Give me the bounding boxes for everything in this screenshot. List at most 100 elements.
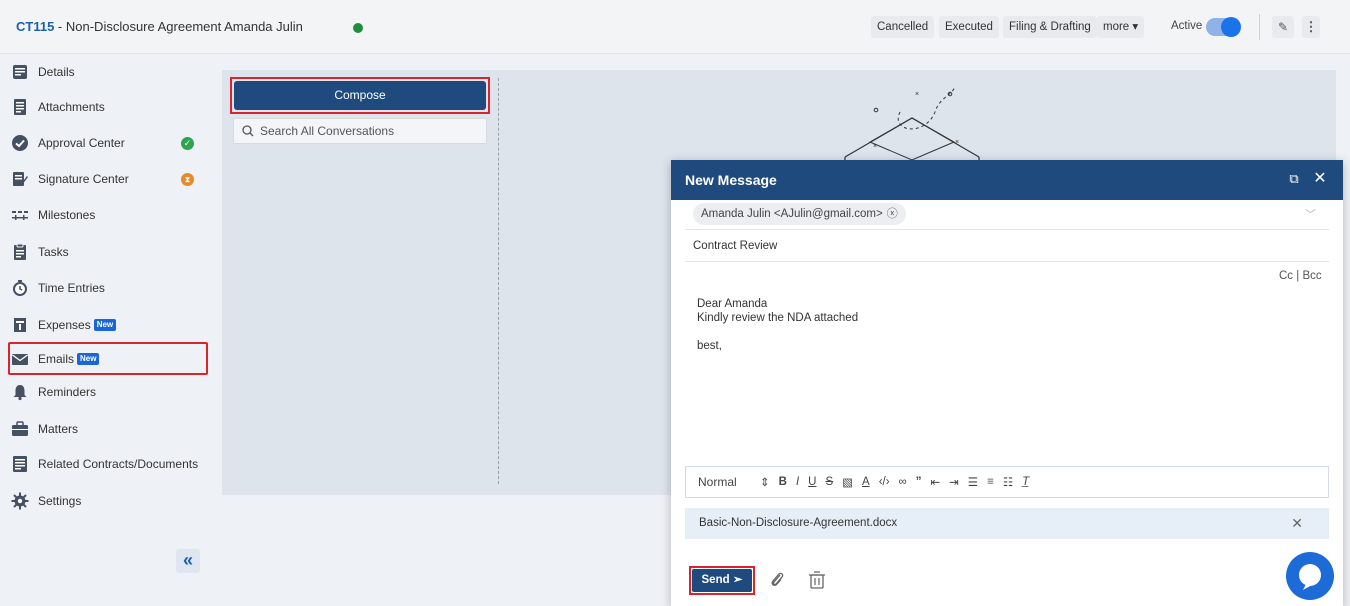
sidebar-item-milestones[interactable]: Milestones xyxy=(10,200,95,230)
sidebar-item-details[interactable]: Details xyxy=(10,57,75,87)
sidebar-item-label: Expenses xyxy=(38,318,91,332)
sidebar-item-approval-center[interactable]: Approval Center xyxy=(10,128,125,158)
highlight-icon[interactable]: ▧ xyxy=(842,475,853,489)
svg-text:×: × xyxy=(873,143,877,150)
link-icon[interactable]: ∞ xyxy=(899,476,907,488)
kebab-menu-icon[interactable]: ⋮ xyxy=(1302,16,1320,38)
signature-icon xyxy=(10,169,30,189)
approval-icon xyxy=(10,133,30,153)
bullet-list-icon[interactable]: ≡ xyxy=(987,476,994,488)
sidebar-item-settings[interactable]: Settings xyxy=(10,486,81,516)
trash-icon[interactable] xyxy=(808,570,826,590)
panel-divider xyxy=(498,78,499,484)
ordered-list-icon[interactable]: ☰ xyxy=(968,475,978,489)
pencil-icon[interactable]: ✎ xyxy=(1272,16,1294,38)
recipient-address: Amanda Julin <AJulin@gmail.com> xyxy=(701,208,883,220)
cancelled-button[interactable]: Cancelled xyxy=(871,16,935,38)
send-plane-icon: ➢ xyxy=(732,574,743,586)
sidebar-item-related-contracts[interactable]: Related Contracts/Documents xyxy=(10,449,198,479)
message-body[interactable]: Dear Amanda Kindly review the NDA attach… xyxy=(697,297,858,353)
milestones-icon xyxy=(10,205,30,225)
cc-link[interactable]: Cc xyxy=(1279,270,1293,282)
sidebar-item-matters[interactable]: Matters xyxy=(10,414,78,444)
send-button[interactable]: Send ➢ xyxy=(692,569,752,592)
sidebar-item-label: Reminders xyxy=(38,385,97,399)
sidebar-item-expenses[interactable]: Expenses New xyxy=(10,310,117,340)
indent-right-icon[interactable]: ⇥ xyxy=(949,475,959,489)
body-line: Dear Amanda xyxy=(697,298,768,310)
attachment-item: Basic-Non-Disclosure-Agreement.docx ✕ xyxy=(685,508,1329,539)
subject-field[interactable]: Contract Review xyxy=(685,231,1329,262)
strikethrough-icon[interactable]: S xyxy=(825,476,833,488)
filing-drafting-button[interactable]: Filing & Drafting xyxy=(1003,16,1097,38)
bell-icon xyxy=(10,382,30,402)
sidebar-item-label: Related Contracts/Documents xyxy=(38,457,199,471)
sidebar-item-time-entries[interactable]: Time Entries xyxy=(10,273,105,303)
sidebar-item-signature-center[interactable]: Signature Center xyxy=(10,164,129,194)
bcc-link[interactable]: Bcc xyxy=(1302,270,1321,282)
new-badge: New xyxy=(93,319,117,331)
align-icon[interactable]: ☷ xyxy=(1003,475,1013,489)
signature-status-hourglass-icon: ⧗ xyxy=(181,173,194,186)
contract-id[interactable]: CT115 xyxy=(16,19,54,34)
svg-text:×: × xyxy=(915,91,919,98)
bold-icon[interactable]: B xyxy=(779,476,787,488)
modal-header: New Message ⧉ ✕ xyxy=(671,160,1343,200)
header-divider xyxy=(1259,14,1260,40)
sidebar-item-label: Approval Center xyxy=(38,136,125,150)
sidebar-item-label: Settings xyxy=(38,494,82,508)
maximize-icon[interactable]: ⧉ xyxy=(1286,171,1302,187)
sidebar-item-reminders[interactable]: Reminders xyxy=(10,377,96,407)
tasks-icon xyxy=(10,242,30,262)
contract-name: Non-Disclosure Agreement Amanda Julin xyxy=(65,19,303,34)
indent-left-icon[interactable]: ⇤ xyxy=(931,475,941,489)
top-header: CT115 - Non-Disclosure Agreement Amanda … xyxy=(0,0,1350,54)
gear-icon xyxy=(10,491,30,511)
close-icon[interactable]: ✕ xyxy=(1312,170,1328,188)
body-line xyxy=(697,325,858,339)
italic-icon[interactable]: I xyxy=(796,476,799,488)
expenses-icon xyxy=(10,315,30,335)
sidebar-item-label: Milestones xyxy=(38,208,96,222)
emails-highlight-box xyxy=(8,342,208,375)
recipient-chip[interactable]: Amanda Julin <AJulin@gmail.com> ⓧ xyxy=(693,203,906,225)
sidebar-item-tasks[interactable]: Tasks xyxy=(10,237,69,267)
attachment-filename: Basic-Non-Disclosure-Agreement.docx xyxy=(699,517,898,529)
collapse-sidebar-button[interactable]: « xyxy=(176,549,200,573)
font-color-icon[interactable]: A xyxy=(862,476,870,488)
underline-icon[interactable]: U xyxy=(808,476,816,488)
search-conversations-input[interactable]: Search All Conversations xyxy=(233,118,487,144)
code-icon[interactable]: ‹/› xyxy=(879,476,890,488)
sidebar-item-label: Details xyxy=(38,65,75,79)
paperclip-icon[interactable] xyxy=(768,570,786,590)
search-placeholder: Search All Conversations xyxy=(260,124,395,138)
clock-icon xyxy=(10,278,30,298)
empty-state-illustration: × × × xyxy=(844,86,980,162)
search-icon xyxy=(242,125,254,137)
svg-text:×: × xyxy=(955,139,959,146)
compose-button[interactable]: Compose xyxy=(234,81,486,110)
details-icon xyxy=(10,62,30,82)
chat-support-button[interactable] xyxy=(1286,552,1334,600)
active-label: Active xyxy=(1171,20,1203,32)
text-style-select[interactable]: Normal xyxy=(698,475,760,489)
executed-button[interactable]: Executed xyxy=(939,16,999,38)
quote-icon[interactable]: ” xyxy=(916,476,922,488)
body-line: best, xyxy=(697,340,722,352)
approval-status-check-icon: ✓ xyxy=(181,137,194,150)
new-message-modal: New Message ⧉ ✕ Amanda Julin <AJulin@gma… xyxy=(671,160,1343,606)
more-dropdown[interactable]: more ▾ xyxy=(1097,16,1145,38)
chevron-down-icon[interactable]: ﹀ xyxy=(1305,206,1316,222)
clear-format-icon[interactable]: T̲ xyxy=(1022,476,1029,488)
active-toggle[interactable] xyxy=(1206,17,1241,37)
documents-icon xyxy=(10,454,30,474)
title-separator: - xyxy=(54,19,66,34)
style-dropdown-arrow-icon[interactable]: ⇕ xyxy=(760,475,770,489)
body-line: Kindly review the NDA attached xyxy=(697,312,859,324)
remove-attachment-icon[interactable]: ✕ xyxy=(1291,508,1303,539)
toggle-knob xyxy=(1221,17,1241,37)
cc-bcc-links: Cc | Bcc xyxy=(1279,270,1322,282)
to-field[interactable]: Amanda Julin <AJulin@gmail.com> ⓧ ﹀ xyxy=(685,200,1329,230)
sidebar-item-attachments[interactable]: Attachments xyxy=(10,92,105,122)
remove-recipient-icon[interactable]: ⓧ xyxy=(887,203,898,225)
